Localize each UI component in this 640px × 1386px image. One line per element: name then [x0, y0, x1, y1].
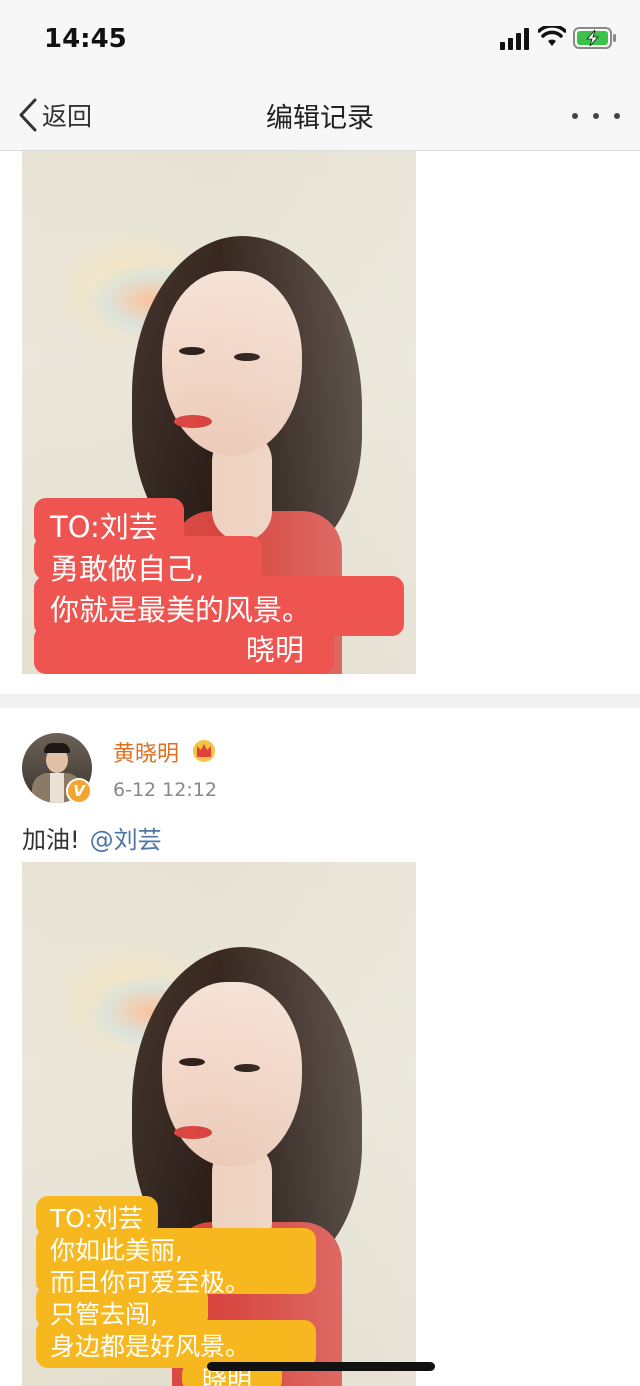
- caption-line: TO:刘芸: [50, 510, 158, 544]
- post-image[interactable]: TO:刘芸 勇敢做自己, 你就是最美的风景。 晓明: [22, 151, 416, 674]
- post-text: 加油! @刘芸: [22, 820, 162, 855]
- avatar-hair: [44, 743, 70, 753]
- mention-link[interactable]: @刘芸: [90, 826, 162, 854]
- cellular-signal-icon: [500, 28, 529, 50]
- caption-line: 身边都是好风景。: [50, 1332, 251, 1361]
- status-time: 14:45: [44, 24, 127, 54]
- caption-card: TO:刘芸 你如此美丽, 而且你可爱至极。 只管去闯, 身边都是好风景。 晓明: [22, 862, 416, 1386]
- more-options-button[interactable]: [572, 110, 620, 122]
- caption-line: 勇敢做自己,: [50, 552, 205, 586]
- more-dot-icon: [614, 113, 620, 119]
- caption-signature: 晓明: [246, 633, 305, 667]
- post-time: 6-12 12:12: [113, 779, 217, 801]
- verified-badge-icon: V: [66, 778, 92, 804]
- battery-charging-icon: [573, 27, 616, 49]
- avatar-shirt: [50, 773, 64, 803]
- caption-line: 而且你可爱至极。: [50, 1268, 251, 1297]
- post-image[interactable]: TO:刘芸 你如此美丽, 而且你可爱至极。 只管去闯, 身边都是好风景。 晓明: [22, 862, 416, 1386]
- wifi-icon: [538, 26, 566, 46]
- username[interactable]: 黄晓明: [113, 736, 179, 768]
- page-title: 编辑记录: [266, 103, 374, 134]
- navigation-bar: 返回 编辑记录: [0, 80, 640, 151]
- caption-line: 你如此美丽,: [50, 1236, 183, 1265]
- caption-line: TO:刘芸: [50, 1204, 143, 1233]
- caption-line: 只管去闯,: [50, 1300, 158, 1329]
- post-body: 加油!: [22, 826, 80, 854]
- more-dot-icon: [572, 113, 578, 119]
- caption-line: 你就是最美的风景。: [50, 593, 312, 627]
- post-divider: [0, 694, 640, 708]
- more-dot-icon: [593, 113, 599, 119]
- status-bar: 14:45: [0, 0, 640, 80]
- crown-member-icon[interactable]: [191, 738, 217, 762]
- home-indicator[interactable]: [207, 1362, 435, 1371]
- caption-card: TO:刘芸 勇敢做自己, 你就是最美的风景。 晓明: [22, 151, 416, 674]
